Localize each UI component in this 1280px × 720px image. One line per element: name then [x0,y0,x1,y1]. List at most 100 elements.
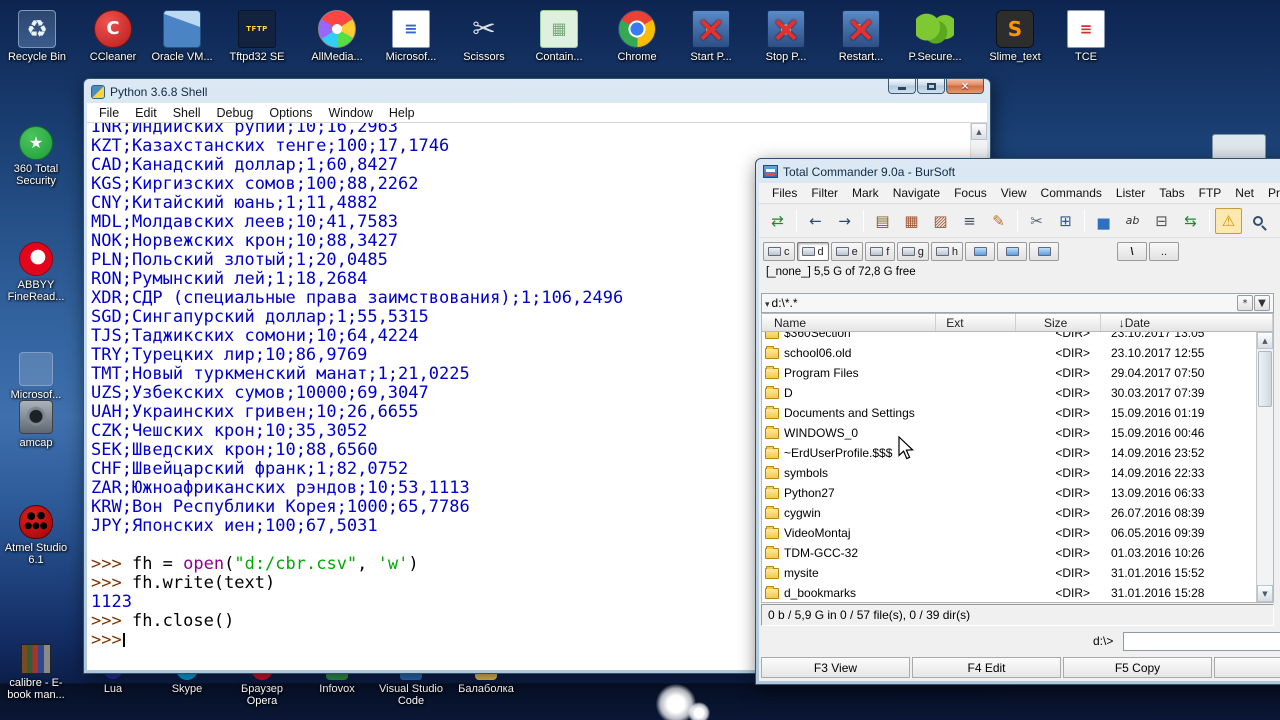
file-row[interactable]: Documents and Settings <DIR> 15.09.2016 01… [762,403,1256,423]
search-icon[interactable] [1244,208,1271,234]
desktop-icon-chrome[interactable]: Chrome [601,10,673,63]
desktop-icon-oracle-vm[interactable]: Oracle VM... [146,10,218,63]
file-list-scrollbar[interactable] [1256,332,1273,602]
scroll-up-arrow-icon[interactable] [971,123,987,140]
desktop-icon-360-total-security[interactable]: ★ 360 Total Security [0,126,72,187]
drive-button-c[interactable]: c [763,242,795,261]
menu-item-view[interactable]: View [994,186,1034,200]
open-dir-icon[interactable]: ▤ [869,208,896,234]
menu-item-commands[interactable]: Commands [1034,186,1109,200]
file-row[interactable]: d_bookmarks <DIR> 31.01.2016 15:28 [762,583,1256,602]
menu-item-debug[interactable]: Debug [209,106,262,120]
menu-item-files[interactable]: Files [765,186,804,200]
sync-dirs-icon[interactable]: ⇆ [1177,208,1204,234]
copy-icon[interactable]: ⊞ [1052,208,1079,234]
cut-icon[interactable]: ✂ [1023,208,1050,234]
column-header-name[interactable]: Name [762,314,937,331]
refresh-icon[interactable]: ⇄ [764,208,791,234]
scroll-down-arrow-icon[interactable] [1257,585,1273,602]
menu-item-window[interactable]: Window [320,106,380,120]
folder-tree-icon[interactable]: ⊟ [1148,208,1175,234]
menu-item-ftp[interactable]: FTP [1192,186,1229,200]
file-row[interactable]: VideoMontaj <DIR> 06.05.2016 09:39 [762,523,1256,543]
notes-icon[interactable]: ▤ [1273,208,1280,234]
drive-button-f[interactable]: f [864,242,895,261]
drive-button-e[interactable]: e [830,242,863,261]
warning-icon[interactable]: ⚠ [1215,207,1242,234]
current-path-bar[interactable]: d:\*.* *▼ [761,293,1274,313]
pack-icon[interactable]: ▦ [898,208,925,234]
file-row[interactable]: WINDOWS_0 <DIR> 15.09.2016 00:46 [762,423,1256,443]
menu-item-file[interactable]: File [91,106,127,120]
menu-item-prefer[interactable]: Prefer [1261,186,1280,200]
close-button[interactable] [946,79,984,94]
desktop-icon-start-p[interactable]: ▶ Start P... [675,10,747,63]
desktop-icon-abbyy-fineread[interactable]: ABBYY FineRead... [0,242,72,303]
rename-icon[interactable]: ab [1119,208,1146,234]
desktop-icon-allmedia[interactable]: AllMedia... [301,10,373,63]
chart-icon[interactable]: ▅ [1090,208,1117,234]
desktop-icon-amcap[interactable]: amcap [0,400,72,449]
menu-item-edit[interactable]: Edit [127,106,165,120]
scrollbar-thumb[interactable] [1258,351,1272,407]
menu-item-lister[interactable]: Lister [1109,186,1152,200]
back-icon[interactable]: ← [802,208,829,234]
drive-button-icon[interactable]: .. [1149,242,1179,261]
file-row[interactable]: mysite <DIR> 31.01.2016 15:52 [762,563,1256,583]
desktop-icon-slime-text[interactable]: S Slime_text [979,10,1051,63]
edit-icon[interactable]: ✎ [985,208,1012,234]
column-header-size[interactable]: Size [1016,314,1101,331]
desktop-icon-microsof[interactable]: Microsof... [0,352,72,401]
column-header-date[interactable]: ↓Date [1101,314,1273,331]
menu-item-focus[interactable]: Focus [947,186,994,200]
history-dropdown-button[interactable]: ▼ [1254,295,1270,311]
desktop-icon-restart[interactable]: ↻ Restart... [825,10,897,63]
desktop-icon-stop-p[interactable]: ■ Stop P... [750,10,822,63]
file-row[interactable]: $360Section <DIR> 23.10.2017 13:05 [762,332,1256,343]
fkey-button-icon[interactable] [1214,657,1280,678]
desktop-icon-calibre-e-book-man[interactable]: calibre - E-book man... [0,644,72,701]
file-row[interactable]: symbols <DIR> 14.09.2016 22:33 [762,463,1256,483]
file-row[interactable]: Program Files <DIR> 29.04.2017 07:50 [762,363,1256,383]
desktop-icon-contain[interactable]: ▦ Contain... [523,10,595,63]
drive-button-icon[interactable]: \ [1117,242,1147,261]
desktop-icon-tce[interactable]: ≡ TCE [1050,10,1122,63]
scroll-up-arrow-icon[interactable] [1257,332,1273,349]
menu-item-options[interactable]: Options [261,106,320,120]
favorites-button[interactable]: * [1237,295,1253,311]
menu-item-navigate[interactable]: Navigate [886,186,947,200]
column-header-ext[interactable]: Ext [936,314,1016,331]
drive-button-icon[interactable] [1029,242,1059,261]
desktop-icon-scissors[interactable]: ✂ Scissors [448,10,520,64]
python-titlebar[interactable]: Python 3.6.8 Shell [87,81,987,102]
drive-button-d[interactable]: d [796,242,829,261]
fkey-button-f4-edit[interactable]: F4 Edit [912,657,1061,678]
unpack-icon[interactable]: ▨ [927,208,954,234]
menu-item-net[interactable]: Net [1228,186,1261,200]
file-row[interactable]: cygwin <DIR> 26.07.2016 08:39 [762,503,1256,523]
desktop-icon-atmel-studio-6-1[interactable]: Atmel Studio 6.1 [0,505,72,566]
fkey-button-f3-view[interactable]: F3 View [761,657,910,678]
file-row[interactable]: school06.old <DIR> 23.10.2017 12:55 [762,343,1256,363]
maximize-button[interactable] [917,79,945,94]
minimize-button[interactable] [888,79,916,94]
file-row[interactable]: Python27 <DIR> 13.09.2016 06:33 [762,483,1256,503]
fkey-button-f5-copy[interactable]: F5 Copy [1063,657,1212,678]
drive-button-g[interactable]: g [896,242,929,261]
file-row[interactable]: TDM-GCC-32 <DIR> 01.03.2016 10:26 [762,543,1256,563]
desktop-icon-p-secure[interactable]: P.Secure... [899,10,971,63]
menu-item-tabs[interactable]: Tabs [1152,186,1191,200]
menu-item-filter[interactable]: Filter [804,186,845,200]
command-line-input[interactable] [1123,632,1280,651]
list-view-icon[interactable]: ≡ [956,208,983,234]
drive-button-icon[interactable] [997,242,1027,261]
forward-icon[interactable]: → [831,208,858,234]
desktop-icon-tftpd32-se[interactable]: TFTP Tftpd32 SE [221,10,293,63]
file-row[interactable]: ~ErdUserProfile.$$$ <DIR> 14.09.2016 23:52 [762,443,1256,463]
drive-button-icon[interactable] [965,242,995,261]
menu-item-help[interactable]: Help [381,106,423,120]
file-row[interactable]: D <DIR> 30.03.2017 07:39 [762,383,1256,403]
drive-button-h[interactable]: h [930,242,963,261]
menu-item-shell[interactable]: Shell [165,106,209,120]
tc-titlebar[interactable]: Total Commander 9.0a - BurSoft [759,161,1280,182]
